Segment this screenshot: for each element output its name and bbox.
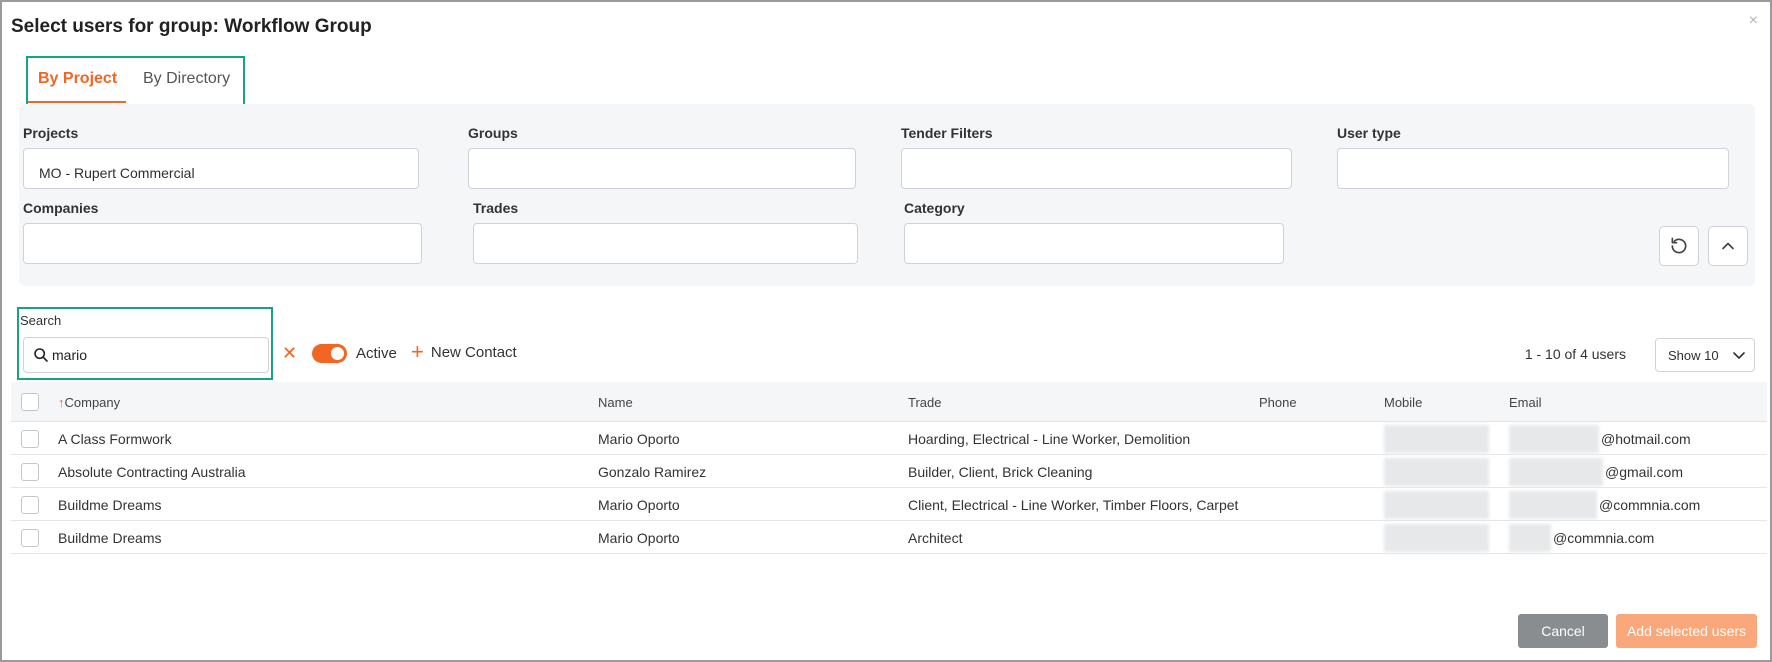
trades-select[interactable]	[473, 223, 858, 264]
table-header: ↑Company Name Trade Phone Mobile Email	[11, 382, 1767, 422]
cancel-button[interactable]: Cancel	[1518, 614, 1608, 648]
trades-label: Trades	[473, 200, 519, 216]
table-row[interactable]: Buildme Dreams Mario Oporto Architect @c…	[11, 521, 1767, 554]
column-email[interactable]: Email	[1509, 395, 1542, 410]
search-label: Search	[20, 313, 62, 328]
row-company: Absolute Contracting Australia	[58, 464, 246, 480]
column-company[interactable]: ↑Company	[58, 395, 120, 410]
active-tab-indicator	[28, 101, 126, 103]
row-checkbox[interactable]	[21, 496, 39, 514]
row-trade: Architect	[908, 530, 963, 546]
row-mobile-redacted	[1384, 491, 1489, 519]
groups-select[interactable]	[468, 148, 856, 189]
active-toggle[interactable]	[312, 344, 347, 363]
tender-filters-select[interactable]	[901, 148, 1292, 189]
tab-by-directory[interactable]: By Directory	[143, 70, 230, 88]
column-name[interactable]: Name	[598, 395, 633, 410]
row-email-redacted	[1509, 524, 1551, 552]
plus-icon: +	[411, 339, 424, 364]
projects-select[interactable]: MO - Rupert Commercial	[23, 148, 419, 189]
active-toggle-label: Active	[356, 345, 397, 362]
tender-filters-label: Tender Filters	[901, 125, 993, 141]
column-mobile[interactable]: Mobile	[1384, 395, 1422, 410]
row-email: @gmail.com	[1605, 464, 1684, 480]
search-icon	[34, 348, 48, 362]
row-email-redacted	[1509, 491, 1597, 519]
refresh-icon	[1671, 237, 1687, 254]
column-trade[interactable]: Trade	[908, 395, 941, 410]
results-count: 1 - 10 of 4 users	[1524, 346, 1626, 362]
groups-label: Groups	[468, 125, 518, 141]
new-contact-button[interactable]: + New Contact	[411, 339, 517, 364]
tab-by-project[interactable]: By Project	[38, 70, 117, 88]
collapse-filters-button[interactable]	[1708, 226, 1748, 266]
search-input[interactable]	[52, 339, 262, 371]
reset-filters-button[interactable]	[1659, 226, 1699, 266]
new-contact-label: New Contact	[430, 343, 517, 361]
column-phone[interactable]: Phone	[1259, 395, 1297, 410]
row-email: @hotmail.com	[1601, 431, 1691, 447]
row-trade: Hoarding, Electrical - Line Worker, Demo…	[908, 431, 1191, 447]
chevron-down-icon	[1733, 352, 1745, 359]
select-users-dialog: Select users for group: Workflow Group ×…	[0, 0, 1772, 662]
row-trade: Builder, Client, Brick Cleaning	[908, 464, 1093, 480]
table-row[interactable]: A Class Formwork Mario Oporto Hoarding, …	[11, 422, 1767, 455]
row-mobile-redacted	[1384, 458, 1489, 486]
column-company-label: Company	[64, 395, 121, 410]
user-type-select[interactable]	[1337, 148, 1729, 189]
row-checkbox[interactable]	[21, 463, 39, 481]
projects-value: MO - Rupert Commercial	[39, 164, 195, 181]
row-trade: Client, Electrical - Line Worker, Timber…	[908, 497, 1239, 513]
row-email-redacted	[1509, 425, 1599, 453]
row-mobile-redacted	[1384, 524, 1489, 552]
clear-search-icon[interactable]: ✕	[282, 344, 297, 362]
search-box	[23, 337, 269, 373]
chevron-up-icon	[1722, 242, 1734, 250]
select-all-checkbox[interactable]	[21, 393, 39, 411]
row-company: Buildme Dreams	[58, 497, 162, 513]
projects-label: Projects	[23, 125, 79, 141]
row-company: Buildme Dreams	[58, 530, 162, 546]
close-icon[interactable]: ×	[1749, 12, 1758, 30]
row-email-redacted	[1509, 458, 1603, 486]
row-email: @commnia.com	[1599, 497, 1701, 513]
add-selected-users-button[interactable]: Add selected users	[1616, 614, 1757, 648]
companies-select[interactable]	[23, 223, 422, 264]
table-row[interactable]: Buildme Dreams Mario Oporto Client, Elec…	[11, 488, 1767, 521]
toggle-knob	[331, 347, 344, 360]
row-checkbox[interactable]	[21, 430, 39, 448]
page-size-value: Show 10	[1668, 347, 1719, 363]
row-name: Mario Oporto	[598, 497, 680, 513]
dialog-title: Select users for group: Workflow Group	[11, 16, 372, 37]
companies-label: Companies	[23, 200, 99, 216]
table-row[interactable]: Absolute Contracting Australia Gonzalo R…	[11, 455, 1767, 488]
row-checkbox[interactable]	[21, 529, 39, 547]
row-mobile-redacted	[1384, 425, 1489, 453]
row-name: Mario Oporto	[598, 530, 680, 546]
user-type-label: User type	[1337, 125, 1401, 141]
category-select[interactable]	[904, 223, 1284, 264]
category-label: Category	[904, 200, 965, 216]
page-size-select[interactable]: Show 10	[1655, 338, 1755, 372]
row-name: Mario Oporto	[598, 431, 680, 447]
row-company: A Class Formwork	[58, 431, 172, 447]
row-name: Gonzalo Ramirez	[598, 464, 707, 480]
row-email: @commnia.com	[1553, 530, 1655, 546]
